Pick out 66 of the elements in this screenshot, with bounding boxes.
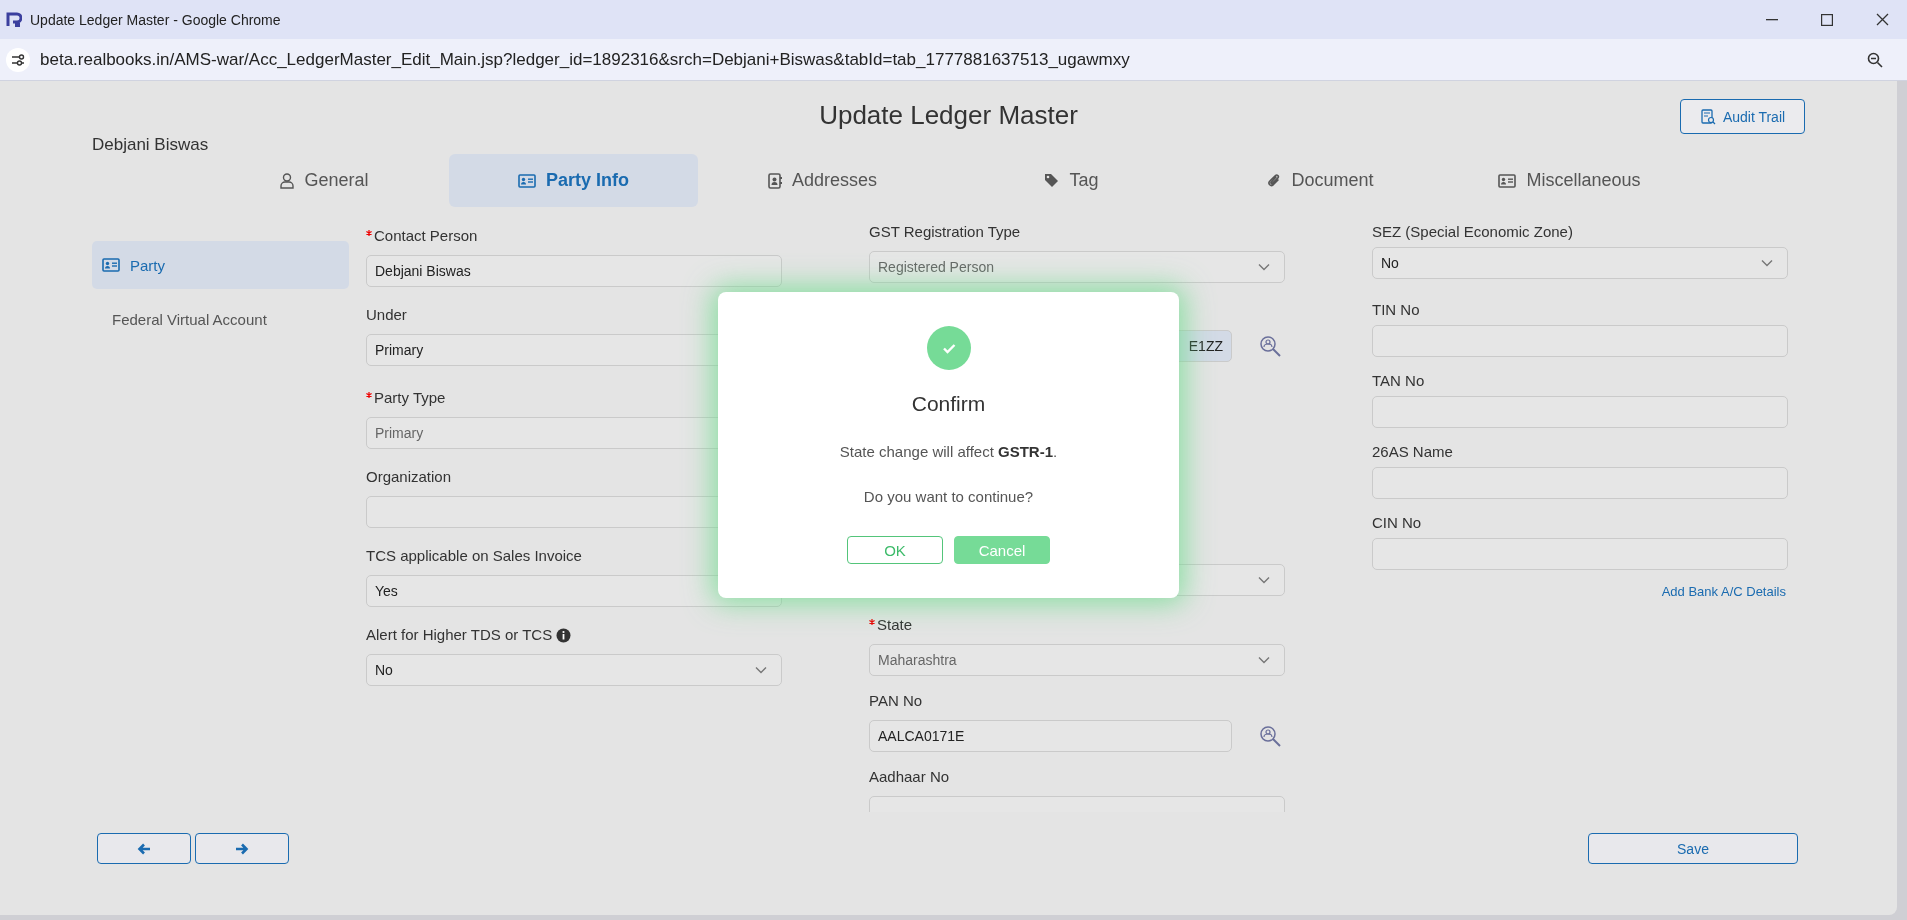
select-field[interactable]: No	[366, 654, 782, 686]
tab[interactable]: Document	[1196, 154, 1445, 207]
close-icon[interactable]	[1876, 13, 1889, 26]
id-card-icon	[1498, 173, 1517, 188]
dialog-question: Do you want to continue?	[863, 488, 1034, 505]
field-label: SEZ (Special Economic Zone)	[1372, 222, 1573, 242]
arrow-right-icon	[235, 842, 249, 855]
ledger-name: Debjani Biswas	[92, 137, 209, 153]
paperclip-icon	[1267, 172, 1282, 189]
field-label: 26AS Name	[1372, 442, 1453, 462]
field-label: Under	[366, 305, 407, 325]
field-label: Party Type	[374, 388, 446, 408]
id-card-icon	[102, 258, 120, 272]
tab[interactable]: Party Info	[449, 154, 698, 207]
field-label: Organization	[366, 467, 452, 487]
add-bank-link[interactable]: Add Bank A/C Details	[1661, 584, 1786, 599]
audit-trail-button[interactable]: Audit Trail	[1680, 99, 1805, 134]
input-field[interactable]	[1372, 396, 1788, 428]
input-field[interactable]: AALCA0171E	[869, 720, 1232, 752]
chevron-down-icon	[755, 666, 767, 674]
sidebar-item[interactable]: Party	[92, 241, 349, 289]
select-field[interactable]: No	[1372, 247, 1788, 279]
tag-icon	[1044, 173, 1060, 188]
previous-button[interactable]	[97, 833, 191, 864]
dialog-title: Confirm	[911, 392, 986, 416]
chevron-down-icon	[1258, 576, 1270, 584]
chevron-down-icon	[1258, 263, 1270, 271]
field-label: TIN No	[1372, 300, 1420, 320]
tab[interactable]: Miscellaneous	[1445, 154, 1694, 207]
lookup-icon[interactable]	[1258, 724, 1282, 748]
arrow-left-icon	[137, 842, 151, 855]
field-label: PAN No	[869, 691, 923, 711]
dialog-message: State change will affect GSTR-1.	[839, 443, 1058, 460]
chevron-down-icon	[1258, 656, 1270, 664]
page-title: Update Ledger Master	[819, 100, 1078, 131]
lookup-icon[interactable]	[1258, 334, 1282, 358]
sidebar-item[interactable]: Federal Virtual Account	[92, 295, 349, 343]
maximize-icon[interactable]	[1821, 13, 1833, 26]
document-search-icon	[1699, 108, 1716, 125]
next-button[interactable]	[195, 833, 289, 864]
field-label: State	[877, 615, 913, 635]
input-field[interactable]	[1372, 467, 1788, 499]
input-field[interactable]: Debjani Biswas	[366, 255, 782, 287]
chevron-down-icon	[1761, 259, 1773, 267]
field-label: Contact Person	[374, 226, 478, 246]
check-circle-icon	[926, 326, 971, 370]
field-label: Aadhaar No	[869, 767, 950, 787]
tab[interactable]: Tag	[947, 154, 1196, 207]
window-title: Update Ledger Master - Google Chrome	[30, 11, 282, 28]
field-label: CIN No	[1372, 513, 1422, 533]
id-card-icon	[518, 173, 536, 188]
save-button[interactable]: Save	[1588, 833, 1798, 864]
contact-book-icon	[767, 172, 782, 189]
minimize-icon[interactable]	[1766, 18, 1778, 21]
field-label: TCS applicable on Sales Invoice	[366, 546, 582, 566]
field-label: GST Registration Type	[869, 222, 1021, 242]
zoom-icon[interactable]	[1867, 51, 1883, 68]
site-settings-icon[interactable]	[6, 47, 30, 72]
user-icon	[280, 172, 295, 189]
field-label: Alert for Higher TDS or TCS	[366, 625, 553, 645]
input-field[interactable]	[1372, 325, 1788, 357]
field-label: TAN No	[1372, 371, 1425, 391]
tab[interactable]: General	[200, 154, 449, 207]
app-logo-icon	[6, 11, 22, 28]
input-field[interactable]	[1372, 538, 1788, 570]
tab[interactable]: Addresses	[698, 154, 947, 207]
